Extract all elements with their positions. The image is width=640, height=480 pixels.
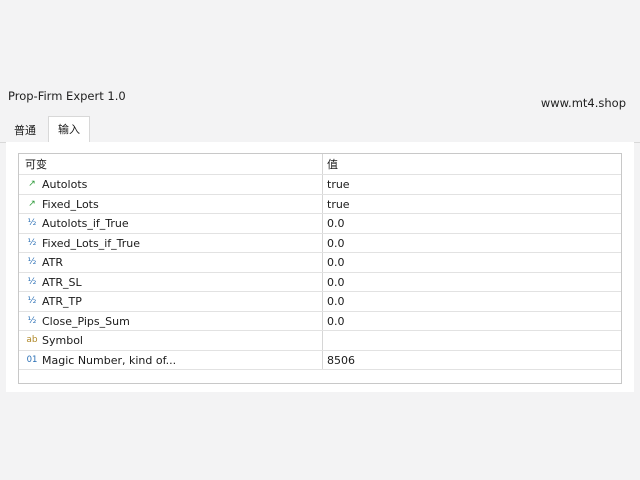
variable-name: Magic Number, kind of... (42, 353, 177, 367)
table-row[interactable]: ↗ Autolots true (19, 175, 621, 195)
column-header-value[interactable]: 值 (323, 154, 621, 174)
column-header-variable[interactable]: 可变 (19, 154, 323, 174)
value-cell[interactable]: 0.0 (323, 214, 621, 233)
variable-name: Symbol (42, 334, 83, 347)
variable-name: Autolots (42, 178, 88, 191)
value-cell[interactable]: 0.0 (323, 273, 621, 292)
double-icon: ½ (27, 296, 37, 306)
table-header: 可变 值 (19, 154, 621, 175)
tab-inputs[interactable]: 输入 (48, 116, 90, 143)
window-title: Prop-Firm Expert 1.0 (8, 89, 126, 103)
value-cell[interactable]: 0.0 (323, 312, 621, 331)
double-icon: ½ (27, 218, 37, 228)
value-cell[interactable]: 8506 (323, 351, 621, 370)
table-body: ↗ Autolots true ↗ Fixed_Lots true ½ Autolots_if… (19, 175, 621, 370)
variable-name: ATR_TP (42, 295, 82, 308)
table-row[interactable]: ½ Fixed_Lots_if_True 0.0 (19, 233, 621, 253)
table-row[interactable]: ½ ATR 0.0 (19, 253, 621, 273)
value-cell[interactable]: 0.0 (323, 234, 621, 253)
variable-name: Close_Pips_Sum (42, 314, 130, 328)
inputs-panel: 可变 值 ↗ Autolots true ↗ Fixed_Lots true ½ Autolo… (6, 142, 634, 392)
variable-name: ATR_SL (42, 275, 82, 289)
table-row[interactable]: ½ Close_Pips_Sum 0.0 (19, 311, 621, 331)
value-cell[interactable]: true (323, 195, 621, 214)
variable-name: Fixed_Lots_if_True (42, 236, 141, 250)
table-row[interactable]: ↗ Fixed_Lots true (19, 194, 621, 214)
double-icon: ½ (27, 257, 37, 267)
table-row[interactable]: ½ Autolots_if_True 0.0 (19, 214, 621, 234)
double-icon: ½ (27, 315, 37, 326)
int-icon: 01 (26, 354, 38, 365)
variable-name: Autolots_if_True (42, 217, 129, 230)
variable-cell: ↗ Autolots (19, 175, 323, 194)
variable-cell: ab Symbol (19, 331, 323, 350)
table-row[interactable]: ½ ATR_TP 0.0 (19, 292, 621, 312)
string-icon: ab (26, 335, 38, 345)
variable-name: Fixed_Lots (42, 197, 99, 211)
variable-name: ATR (42, 256, 64, 269)
double-icon: ½ (27, 237, 37, 248)
table-row[interactable]: ½ ATR_SL 0.0 (19, 272, 621, 292)
double-icon: ½ (27, 276, 37, 287)
inputs-table: 可变 值 ↗ Autolots true ↗ Fixed_Lots true ½ Autolo… (18, 153, 622, 384)
variable-cell: ↗ Fixed_Lots (19, 194, 323, 213)
bool-icon: ↗ (28, 179, 36, 189)
variable-cell: ½ ATR (19, 253, 323, 272)
bool-icon: ↗ (28, 198, 36, 209)
variable-cell: ½ Fixed_Lots_if_True (19, 233, 323, 252)
value-cell[interactable]: true (323, 175, 621, 194)
tab-bar: 普通 输入 (0, 116, 640, 143)
table-row[interactable]: 01 Magic Number, kind of... 8506 (19, 350, 621, 370)
variable-cell: ½ Autolots_if_True (19, 214, 323, 233)
value-cell[interactable]: 0.0 (323, 292, 621, 311)
value-cell[interactable]: 0.0 (323, 253, 621, 272)
variable-cell: ½ Close_Pips_Sum (19, 311, 323, 330)
table-row[interactable]: ab Symbol (19, 331, 621, 351)
variable-cell: 01 Magic Number, kind of... (19, 350, 323, 369)
tab-general[interactable]: 普通 (6, 120, 44, 142)
value-cell[interactable] (323, 331, 621, 350)
site-watermark: www.mt4.shop (540, 96, 626, 110)
variable-cell: ½ ATR_TP (19, 292, 323, 311)
variable-cell: ½ ATR_SL (19, 272, 323, 291)
